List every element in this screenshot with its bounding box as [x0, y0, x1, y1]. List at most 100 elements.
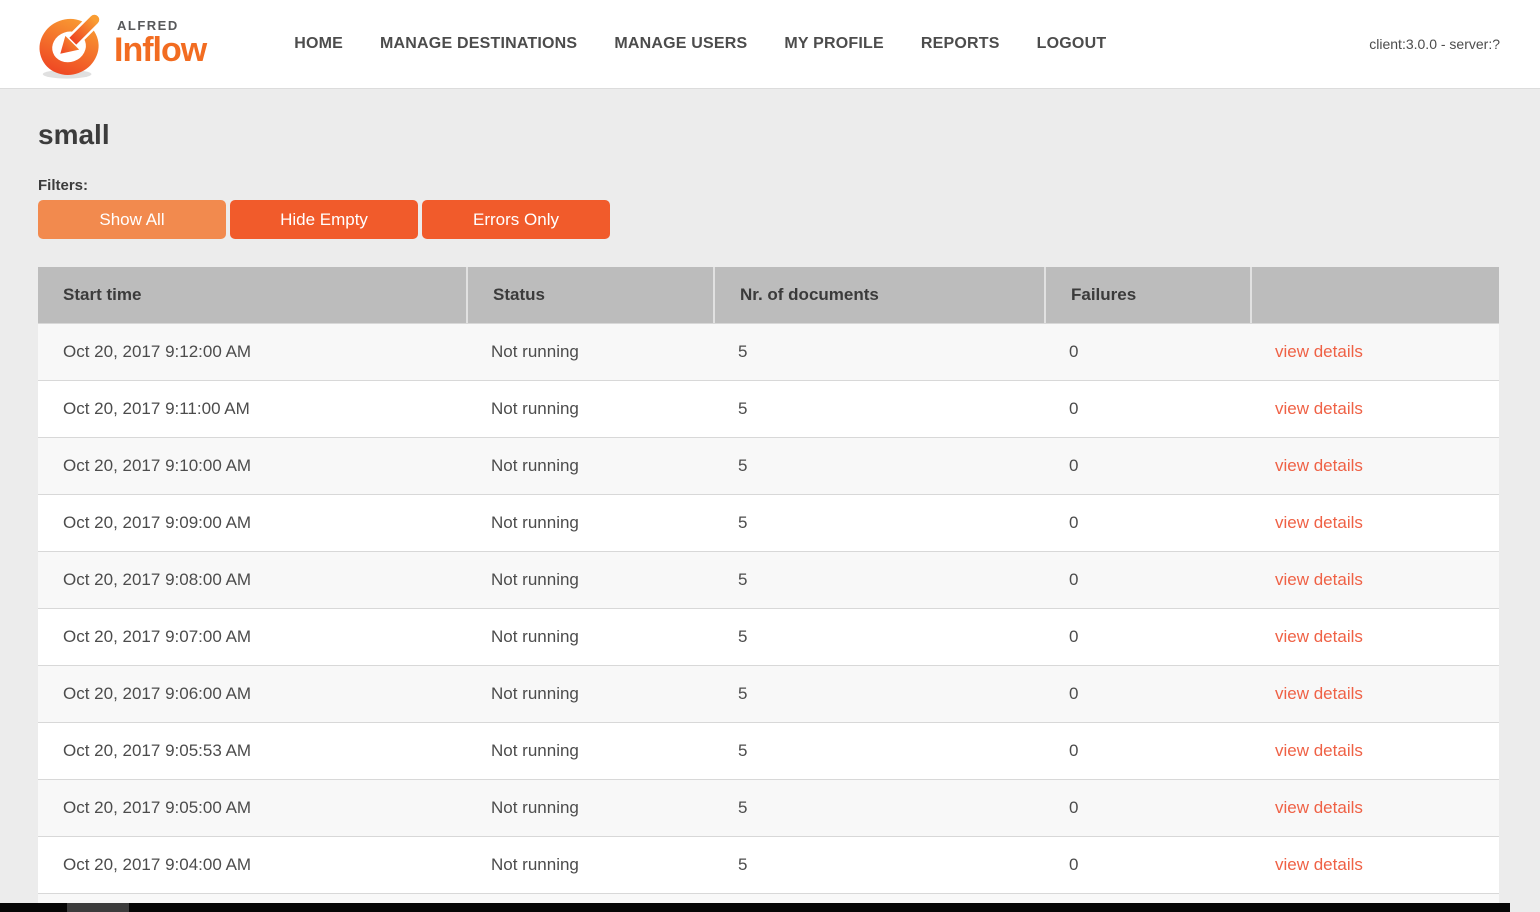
cell-failures: 0 [1044, 513, 1250, 533]
nav-item-my-profile[interactable]: MY PROFILE [784, 35, 884, 53]
filter-button-group: Show All Hide Empty Errors Only [38, 200, 1499, 239]
view-details-link[interactable]: view details [1275, 798, 1363, 817]
cell-status: Not running [466, 684, 713, 704]
cell-status: Not running [466, 399, 713, 419]
filters-label: Filters: [38, 177, 1499, 194]
cell-actions: view details [1250, 798, 1499, 818]
main-content: small Filters: Show All Hide Empty Error… [0, 119, 1540, 906]
cell-start-time: Oct 20, 2017 9:09:00 AM [38, 513, 466, 533]
nav-item-manage-destinations[interactable]: MANAGE DESTINATIONS [380, 35, 577, 53]
app-window: ALFRED Inflow HOME MANAGE DESTINATIONS M… [0, 0, 1540, 906]
cell-actions: view details [1250, 627, 1499, 647]
cell-documents: 5 [713, 798, 1044, 818]
cell-start-time: Oct 20, 2017 9:06:00 AM [38, 684, 466, 704]
cell-documents: 5 [713, 399, 1044, 419]
cell-start-time: Oct 20, 2017 9:07:00 AM [38, 627, 466, 647]
cell-documents: 5 [713, 342, 1044, 362]
cell-failures: 0 [1044, 684, 1250, 704]
table-row: Oct 20, 2017 9:04:00 AM Not running 5 0 … [38, 836, 1499, 893]
cell-status: Not running [466, 741, 713, 761]
cell-actions: view details [1250, 513, 1499, 533]
cell-failures: 0 [1044, 741, 1250, 761]
main-nav: HOME MANAGE DESTINATIONS MANAGE USERS MY… [294, 35, 1106, 53]
cell-status: Not running [466, 627, 713, 647]
cell-start-time: Oct 20, 2017 9:05:53 AM [38, 741, 466, 761]
cell-status: Not running [466, 798, 713, 818]
filter-button-show-all[interactable]: Show All [38, 200, 226, 239]
scrollbar-thumb[interactable] [67, 903, 129, 912]
cell-failures: 0 [1044, 456, 1250, 476]
col-header-status: Status [466, 267, 713, 323]
top-bar: ALFRED Inflow HOME MANAGE DESTINATIONS M… [0, 0, 1540, 89]
view-details-link[interactable]: view details [1275, 684, 1363, 703]
cell-start-time: Oct 20, 2017 9:11:00 AM [38, 399, 466, 419]
view-details-link[interactable]: view details [1275, 741, 1363, 760]
nav-item-manage-users[interactable]: MANAGE USERS [614, 35, 747, 53]
col-header-actions [1250, 267, 1499, 323]
page-title: small [38, 119, 1499, 151]
view-details-link[interactable]: view details [1275, 456, 1363, 475]
nav-item-logout[interactable]: LOGOUT [1037, 35, 1107, 53]
cell-documents: 5 [713, 741, 1044, 761]
table-row: Oct 20, 2017 9:07:00 AM Not running 5 0 … [38, 608, 1499, 665]
table-row: Oct 20, 2017 9:12:00 AM Not running 5 0 … [38, 323, 1499, 380]
cell-documents: 5 [713, 627, 1044, 647]
cell-documents: 5 [713, 855, 1044, 875]
inflow-logo-icon [34, 6, 108, 82]
view-details-link[interactable]: view details [1275, 855, 1363, 874]
cell-documents: 5 [713, 684, 1044, 704]
nav-item-reports[interactable]: REPORTS [921, 35, 1000, 53]
cell-start-time: Oct 20, 2017 9:04:00 AM [38, 855, 466, 875]
cell-status: Not running [466, 342, 713, 362]
view-details-link[interactable]: view details [1275, 513, 1363, 532]
view-details-link[interactable]: view details [1275, 570, 1363, 589]
view-details-link[interactable]: view details [1275, 399, 1363, 418]
logo-brand-main: Inflow [114, 33, 206, 67]
view-details-link[interactable]: view details [1275, 627, 1363, 646]
cell-start-time: Oct 20, 2017 9:12:00 AM [38, 342, 466, 362]
table-row: Oct 20, 2017 9:11:00 AM Not running 5 0 … [38, 380, 1499, 437]
cell-actions: view details [1250, 456, 1499, 476]
cell-actions: view details [1250, 741, 1499, 761]
logo-wordmark: ALFRED Inflow [114, 18, 206, 67]
table-row: Oct 20, 2017 9:06:00 AM Not running 5 0 … [38, 665, 1499, 722]
table-row: Oct 20, 2017 9:09:00 AM Not running 5 0 … [38, 494, 1499, 551]
cell-failures: 0 [1044, 570, 1250, 590]
cell-actions: view details [1250, 684, 1499, 704]
table-row: Oct 20, 2017 9:08:00 AM Not running 5 0 … [38, 551, 1499, 608]
cell-actions: view details [1250, 855, 1499, 875]
runs-table: Start time Status Nr. of documents Failu… [38, 267, 1499, 906]
table-row: Oct 20, 2017 9:05:53 AM Not running 5 0 … [38, 722, 1499, 779]
cell-documents: 5 [713, 570, 1044, 590]
cell-documents: 5 [713, 456, 1044, 476]
logo[interactable]: ALFRED Inflow [34, 6, 206, 82]
cell-status: Not running [466, 855, 713, 875]
cell-start-time: Oct 20, 2017 9:05:00 AM [38, 798, 466, 818]
col-header-documents: Nr. of documents [713, 267, 1044, 323]
cell-start-time: Oct 20, 2017 9:08:00 AM [38, 570, 466, 590]
cell-failures: 0 [1044, 627, 1250, 647]
cell-documents: 5 [713, 513, 1044, 533]
cell-failures: 0 [1044, 342, 1250, 362]
col-header-failures: Failures [1044, 267, 1250, 323]
horizontal-scrollbar[interactable] [0, 903, 1510, 912]
nav-item-home[interactable]: HOME [294, 35, 343, 53]
cell-actions: view details [1250, 399, 1499, 419]
cell-failures: 0 [1044, 798, 1250, 818]
view-details-link[interactable]: view details [1275, 342, 1363, 361]
cell-actions: view details [1250, 570, 1499, 590]
table-header-row: Start time Status Nr. of documents Failu… [38, 267, 1499, 323]
version-info: client:3.0.0 - server:? [1369, 36, 1500, 52]
cell-actions: view details [1250, 342, 1499, 362]
cell-failures: 0 [1044, 855, 1250, 875]
filter-button-hide-empty[interactable]: Hide Empty [230, 200, 418, 239]
filter-button-errors-only[interactable]: Errors Only [422, 200, 610, 239]
cell-failures: 0 [1044, 399, 1250, 419]
cell-start-time: Oct 20, 2017 9:10:00 AM [38, 456, 466, 476]
table-row: Oct 20, 2017 9:10:00 AM Not running 5 0 … [38, 437, 1499, 494]
table-body: Oct 20, 2017 9:12:00 AM Not running 5 0 … [38, 323, 1499, 893]
cell-status: Not running [466, 513, 713, 533]
cell-status: Not running [466, 456, 713, 476]
cell-status: Not running [466, 570, 713, 590]
table-row: Oct 20, 2017 9:05:00 AM Not running 5 0 … [38, 779, 1499, 836]
